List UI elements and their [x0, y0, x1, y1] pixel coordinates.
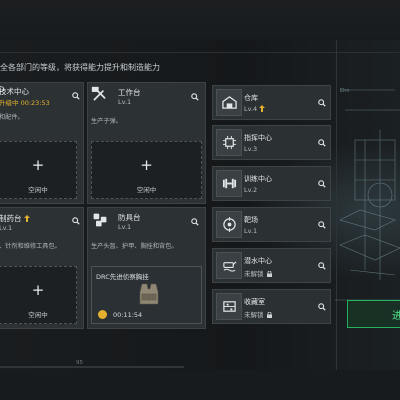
facility-title: 工作台	[118, 88, 141, 97]
facility-name: 训练中心	[244, 175, 272, 183]
lore-label: Ehn	[340, 88, 350, 94]
facility-title: 防具台	[118, 213, 141, 222]
facility-level: Lv.1	[118, 223, 132, 231]
facility-level: 未解锁	[244, 268, 272, 278]
diving-icon	[223, 261, 237, 272]
production-slot[interactable]: + 空闲中	[0, 266, 77, 324]
facility-card-command-center[interactable]: 指挥中心 Lv.3	[212, 125, 331, 160]
enter-button-label: 进	[392, 311, 400, 322]
icon-frame	[216, 211, 242, 238]
search-icon[interactable]	[317, 138, 326, 147]
search-icon[interactable]	[71, 216, 80, 225]
facility-level: Lv.1	[0, 224, 13, 232]
facility-name: 收藏室	[244, 298, 265, 306]
armor-bench-icon	[92, 212, 108, 228]
facility-description: 和配件。	[0, 114, 24, 121]
top-bar	[0, 0, 400, 40]
icon-frame	[216, 170, 242, 197]
scrollbar[interactable]	[0, 366, 184, 368]
search-icon[interactable]	[317, 179, 326, 188]
search-icon[interactable]	[71, 91, 80, 100]
slot-status: 空闲中	[28, 186, 48, 194]
facility-card-pharmacy[interactable]: 制药台 Lv.1 、针剂和维修工具包。 + 空闲中	[0, 207, 84, 329]
icon-frame	[216, 293, 242, 320]
facility-name: 靶场	[244, 216, 258, 224]
facility-card-workbench[interactable]: 工作台 Lv.1 生产子弹。 + 空闲中	[87, 82, 206, 204]
facility-level: Lv.4	[244, 105, 266, 113]
facility-name: 仓库	[244, 94, 258, 102]
item-name: DRC先进侦察胸挂	[96, 273, 149, 281]
facility-name: 指挥中心	[244, 134, 272, 142]
search-icon[interactable]	[317, 302, 326, 311]
shooting-target-icon	[223, 217, 236, 232]
production-timer: 00:11:54	[113, 311, 143, 319]
page-description: 全各部门的等级，将获得能力提升和制造能力	[0, 63, 160, 72]
facility-card-tech-center[interactable]: 技术中心 升级中 00:23:53 和配件。 + 空闲中	[0, 82, 84, 204]
add-icon: +	[31, 281, 45, 299]
facility-title: 制药台	[0, 213, 30, 224]
facility-card-armor-bench[interactable]: 防具台 Lv.1 生产头盔、护甲、胸挂和背包。 DRC先进侦察胸挂 00:11:…	[87, 207, 206, 329]
enter-button[interactable]: 进	[347, 300, 400, 328]
search-icon[interactable]	[317, 261, 326, 270]
facility-title: 技术中心	[0, 87, 29, 96]
upgrade-status: 升级中 00:23:53	[0, 99, 50, 107]
dumbbell-icon	[222, 178, 237, 189]
facility-level: Lv.1	[118, 98, 132, 106]
icon-frame	[216, 129, 242, 156]
icon-frame	[216, 252, 242, 279]
scroll-marker: 95	[76, 360, 83, 366]
facility-card-warehouse[interactable]: 仓库 Lv.4	[212, 85, 331, 120]
facility-level: Lv.2	[244, 186, 258, 194]
slot-status: 空闲中	[136, 186, 157, 194]
production-slot[interactable]: + 空闲中	[91, 141, 202, 199]
workbench-hammer-wrench-icon	[91, 86, 108, 103]
facility-card-training-center[interactable]: 训练中心 Lv.2	[212, 166, 331, 201]
level-text: Lv.4	[244, 105, 258, 113]
facility-card-diving-center[interactable]: 潜水中心 未解锁	[212, 248, 331, 283]
lock-icon	[266, 312, 272, 318]
level-text: 未解锁	[244, 311, 264, 319]
add-icon: +	[140, 156, 153, 174]
facility-description: 生产子弹。	[91, 118, 122, 125]
command-center-chip-icon	[222, 135, 237, 150]
search-icon[interactable]	[190, 217, 199, 226]
facility-name: 潜水中心	[244, 257, 272, 265]
facility-description: 、针剂和维修工具包。	[0, 243, 61, 250]
chest-rig-item-icon	[139, 283, 159, 305]
facility-level: Lv.1	[244, 227, 258, 235]
facility-title-text: 制药台	[0, 214, 22, 223]
search-icon[interactable]	[317, 220, 326, 229]
facility-card-shooting-range[interactable]: 靶场 Lv.1	[212, 207, 331, 242]
divider	[0, 52, 400, 53]
production-slot-active[interactable]: DRC先进侦察胸挂 00:11:54	[91, 266, 202, 324]
facility-card-collection-room[interactable]: 收藏室 未解锁	[212, 289, 331, 324]
search-icon[interactable]	[317, 98, 326, 107]
warehouse-icon	[222, 96, 237, 109]
collection-room-icon	[223, 301, 236, 312]
slot-status: 空闲中	[28, 311, 48, 319]
lock-icon	[266, 271, 272, 277]
facility-description: 生产头盔、护甲、胸挂和背包。	[91, 243, 178, 250]
production-slot[interactable]: + 空闲中	[0, 141, 77, 199]
facility-level: Lv.3	[244, 145, 258, 153]
bottom-bar	[0, 370, 400, 400]
upgrade-arrow-icon	[23, 215, 30, 222]
add-icon: +	[31, 156, 45, 174]
search-icon[interactable]	[190, 92, 199, 101]
clock-icon	[98, 310, 107, 319]
upgrade-arrow-icon	[259, 105, 266, 112]
level-text: 未解锁	[244, 270, 264, 278]
base-blueprint-graphic	[335, 89, 400, 301]
facility-level: 未解锁	[244, 309, 272, 319]
icon-frame	[216, 89, 242, 116]
